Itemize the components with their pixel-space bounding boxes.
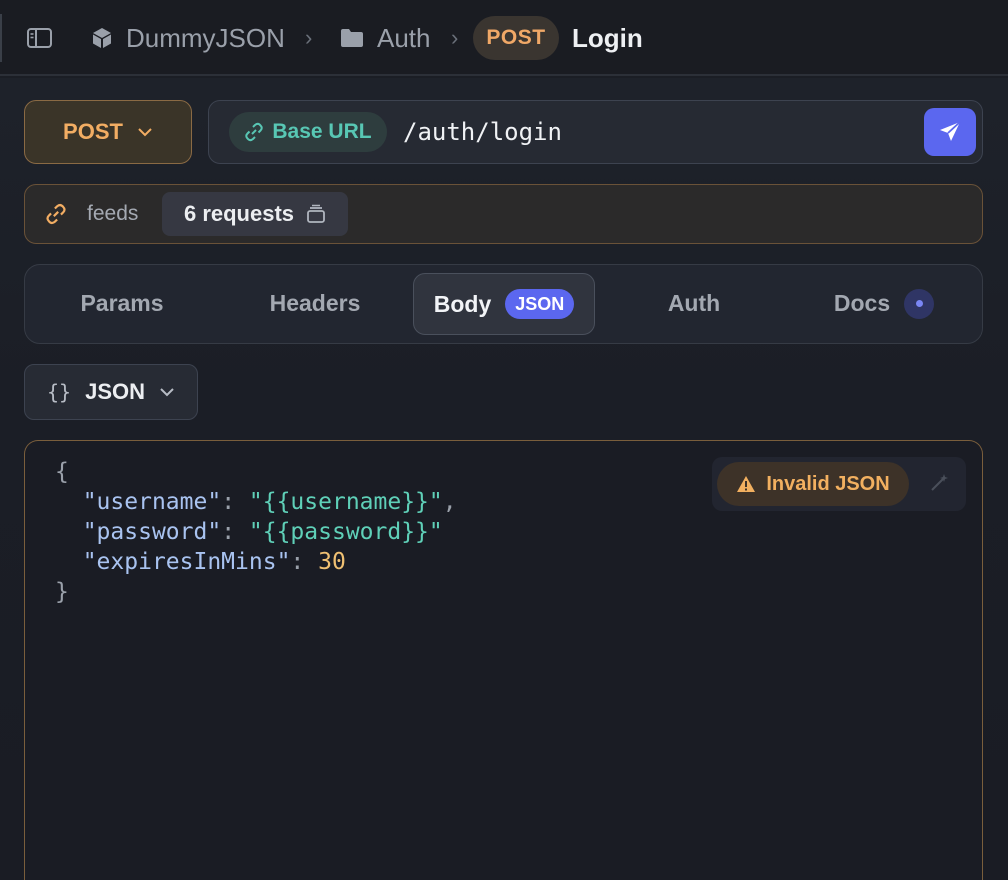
folder-icon	[341, 29, 363, 47]
send-button[interactable]	[924, 108, 976, 156]
json-body-editor[interactable]: { "username": "{{username}}", "password"…	[24, 440, 983, 880]
editor-status-toolbar: Invalid JSON	[712, 457, 966, 511]
json-key: "username"	[82, 489, 222, 515]
warning-icon	[737, 476, 756, 492]
link-icon	[245, 122, 264, 142]
json-comma: ,	[442, 489, 457, 515]
docs-indicator-dot	[904, 288, 935, 319]
breadcrumb-collection-label: DummyJSON	[126, 22, 285, 53]
body-type-badge: JSON	[505, 289, 575, 319]
code-line: "expiresInMins": 30	[55, 547, 457, 577]
window-edge	[0, 14, 2, 62]
tab-auth[interactable]: Auth	[625, 265, 763, 342]
json-sep: :	[290, 549, 319, 575]
tab-body-label: Body	[433, 290, 492, 317]
tab-docs-label: Docs	[833, 290, 891, 316]
json-key: "password"	[82, 519, 222, 545]
url-input[interactable]: Base URL /auth/login	[208, 100, 983, 164]
chevron-right-icon: ›	[305, 25, 313, 50]
send-icon	[940, 121, 961, 141]
requests-chip[interactable]: 6 requests	[162, 192, 348, 236]
json-number: 30	[318, 549, 346, 575]
code-line: }	[55, 577, 457, 607]
link-icon	[46, 203, 66, 225]
sidebar-toggle-button[interactable]	[26, 0, 54, 76]
json-key: "expiresInMins"	[82, 549, 291, 575]
request-tabs: Params Headers Body JSON Auth Docs	[24, 264, 983, 344]
tab-headers[interactable]: Headers	[235, 265, 395, 342]
code-line: {	[55, 457, 457, 487]
invalid-json-badge[interactable]: Invalid JSON	[717, 462, 909, 506]
cube-icon	[93, 28, 111, 48]
request-panel: POST Base URL /auth/login feeds 6 reques…	[0, 78, 1008, 880]
breadcrumb-collection[interactable]: DummyJSON	[90, 0, 285, 76]
requests-count: 6 requests	[183, 201, 295, 226]
base-url-label: Base URL	[272, 120, 372, 143]
chevron-down-icon	[160, 388, 174, 397]
json-sep: :	[221, 489, 249, 515]
tab-body[interactable]: Body JSON	[413, 273, 595, 335]
brace-open: {	[55, 459, 69, 485]
breadcrumb-folder[interactable]: Auth	[339, 0, 431, 76]
url-path[interactable]: /auth/login	[403, 101, 562, 163]
invalid-json-label: Invalid JSON	[766, 472, 890, 495]
feeds-label: feeds	[87, 202, 139, 225]
top-bar: DummyJSON › Auth › POST Login	[0, 0, 1008, 76]
breadcrumb-method-badge: POST	[473, 16, 559, 60]
chevron-right-icon: ›	[451, 25, 459, 50]
stack-icon	[307, 204, 325, 223]
tab-params[interactable]: Params	[47, 265, 197, 342]
method-select[interactable]: POST	[24, 100, 192, 164]
chevron-down-icon	[138, 128, 152, 137]
json-sep: :	[221, 519, 249, 545]
code-line: "username": "{{username}}",	[55, 487, 457, 517]
tab-docs[interactable]: Docs	[809, 265, 959, 342]
json-value: "{{password}}"	[248, 519, 443, 545]
body-format-select[interactable]: {} JSON	[24, 364, 198, 420]
method-label: POST	[63, 119, 123, 144]
breadcrumb-folder-label: Auth	[377, 22, 431, 53]
braces-icon: {}	[46, 380, 72, 404]
request-title[interactable]: Login	[572, 0, 643, 76]
body-format-label: JSON	[85, 379, 145, 404]
base-url-variable[interactable]: Base URL	[229, 112, 387, 152]
sidebar-toggle-icon	[27, 28, 52, 48]
code-line: "password": "{{password}}"	[55, 517, 457, 547]
feeds-bar: feeds 6 requests	[24, 184, 983, 244]
brace-close: }	[55, 579, 69, 605]
json-value: "{{username}}"	[248, 489, 443, 515]
magic-wand-icon[interactable]	[928, 472, 950, 494]
code-content[interactable]: { "username": "{{username}}", "password"…	[55, 457, 457, 607]
